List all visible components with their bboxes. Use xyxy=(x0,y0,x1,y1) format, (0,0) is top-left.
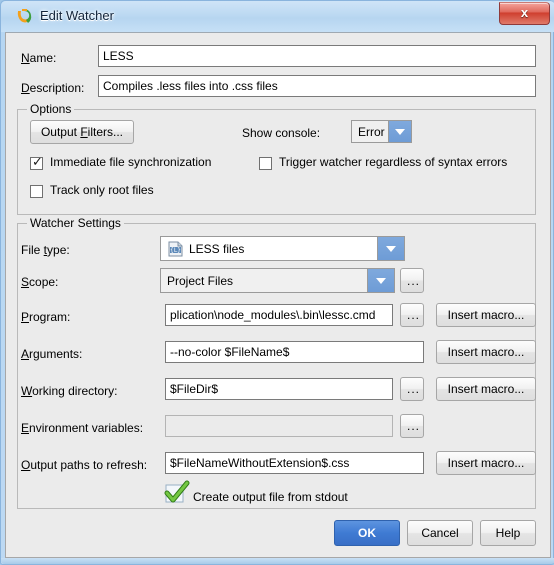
window-title: Edit Watcher xyxy=(40,8,114,23)
svg-text:{L}: {L} xyxy=(170,247,181,254)
environment-variables-input[interactable] xyxy=(165,415,393,437)
environment-variables-browse-button[interactable]: ... xyxy=(400,414,424,438)
arguments-insert-macro-button[interactable]: Insert macro... xyxy=(436,340,536,364)
working-directory-label: Working directory: xyxy=(21,384,118,398)
cancel-button[interactable]: Cancel xyxy=(407,520,473,546)
title-bar[interactable]: Edit Watcher x xyxy=(1,1,554,32)
file-type-value: LESS files xyxy=(189,241,245,256)
environment-variables-label: Environment variables: xyxy=(21,421,144,435)
program-input[interactable] xyxy=(165,304,393,326)
name-input[interactable] xyxy=(98,45,536,67)
output-paths-input[interactable] xyxy=(165,452,424,474)
trigger-regardless-label: Trigger watcher regardless of syntax err… xyxy=(279,155,508,169)
program-label: Program: xyxy=(21,310,71,324)
ok-button[interactable]: OK xyxy=(334,520,400,546)
window-bottom-border xyxy=(1,558,554,564)
chevron-down-icon[interactable] xyxy=(388,121,411,142)
output-filters-button[interactable]: Output Filters... xyxy=(30,120,134,144)
scope-dropdown[interactable]: Project Files xyxy=(160,268,395,293)
show-console-dropdown[interactable]: Error xyxy=(351,120,412,143)
watcher-settings-group-title: Watcher Settings xyxy=(27,216,124,230)
create-output-label: Create output file from stdout xyxy=(193,490,348,504)
program-insert-macro-button[interactable]: Insert macro... xyxy=(436,303,536,327)
checkbox-box xyxy=(259,157,272,170)
options-group-title: Options xyxy=(27,102,75,116)
scope-label: Scope: xyxy=(21,275,59,289)
checkbox-box xyxy=(30,185,43,198)
chevron-down-icon[interactable] xyxy=(377,237,404,260)
scope-browse-button[interactable]: ... xyxy=(400,268,424,293)
edit-watcher-dialog: Edit Watcher x Name: Description: Option… xyxy=(0,0,554,565)
output-paths-insert-macro-button[interactable]: Insert macro... xyxy=(436,451,536,475)
program-browse-button[interactable]: ... xyxy=(400,303,424,327)
working-directory-browse-button[interactable]: ... xyxy=(400,377,424,401)
show-console-label: Show console: xyxy=(242,126,321,140)
green-check-icon xyxy=(161,480,190,508)
file-type-label: File type: xyxy=(21,243,70,257)
arguments-label: Arguments: xyxy=(21,347,83,361)
output-paths-label: Output paths to refresh: xyxy=(21,458,148,472)
check-icon: ✓ xyxy=(32,154,43,169)
description-input[interactable] xyxy=(98,75,536,97)
show-console-value: Error xyxy=(358,124,385,139)
scope-value: Project Files xyxy=(167,273,234,288)
immediate-sync-label: Immediate file synchronization xyxy=(50,155,212,169)
chevron-down-icon[interactable] xyxy=(367,269,394,292)
description-label: Description: xyxy=(21,81,85,95)
track-root-label: Track only root files xyxy=(50,183,154,197)
less-file-icon: {L} xyxy=(168,241,183,257)
arguments-input[interactable] xyxy=(165,341,424,363)
working-directory-input[interactable] xyxy=(165,378,393,400)
name-label: Name: xyxy=(21,51,57,65)
dialog-body: Name: Description: Options Output Filter… xyxy=(5,32,551,558)
help-button[interactable]: Help xyxy=(480,520,536,546)
intellij-app-icon xyxy=(16,8,33,25)
file-type-dropdown[interactable]: {L} LESS files xyxy=(160,236,405,261)
close-icon: x xyxy=(520,5,529,20)
working-directory-insert-macro-button[interactable]: Insert macro... xyxy=(436,377,536,401)
close-button[interactable]: x xyxy=(499,2,550,25)
